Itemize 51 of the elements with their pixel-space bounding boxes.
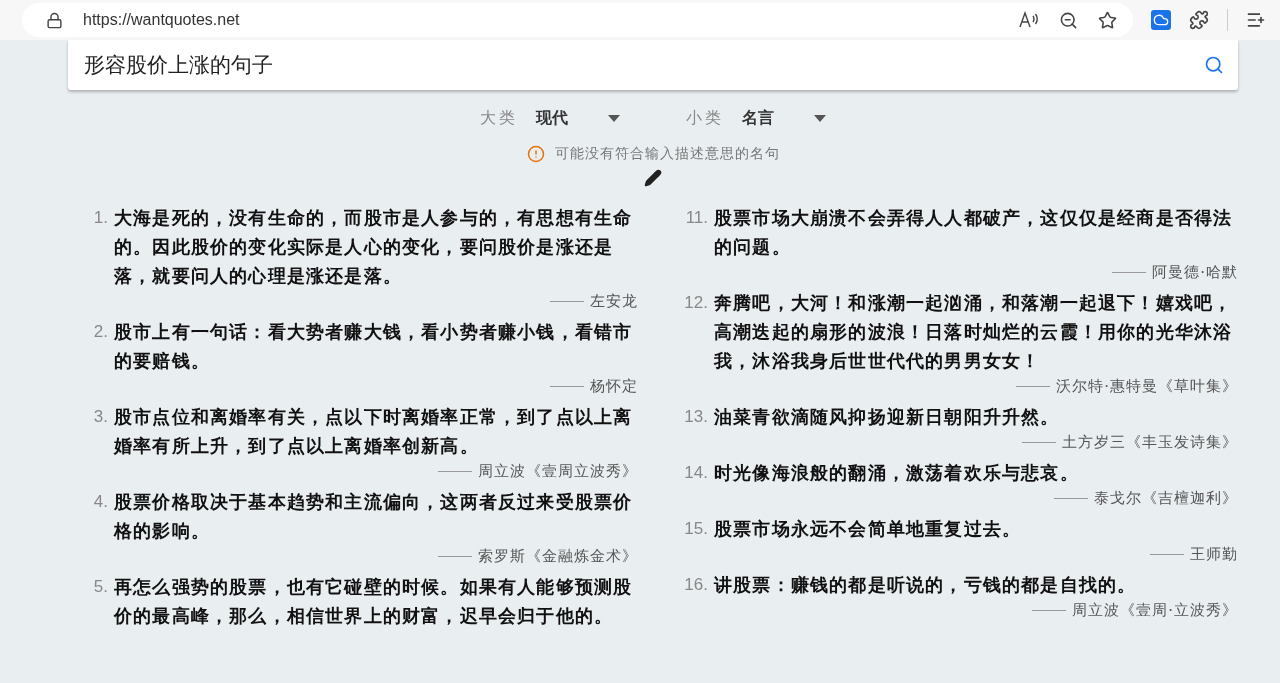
quote-number: 13. [683, 406, 708, 428]
pencil-icon[interactable] [644, 169, 662, 187]
quote-author: 阿曼德·哈默 [1152, 263, 1238, 282]
quote-number: 11. [684, 207, 708, 229]
search-field[interactable]: 形容股价上涨的句子 [68, 40, 1238, 90]
filter-label: 大类 [480, 108, 518, 129]
zoom-out-icon[interactable] [1059, 10, 1078, 30]
quote-author: 索罗斯《金融炼金术》 [478, 547, 638, 566]
quote-text: 股票市场永远不会简单地重复过去。 [714, 517, 1022, 541]
category-dropdown[interactable]: 名言 [742, 108, 826, 129]
quote-text: 股票市场大崩溃不会弄得人人都破产，这仅仅是经商是否得法的问题。 [714, 206, 1234, 259]
quote-author: 泰戈尔《吉檀迦利》 [1094, 489, 1238, 508]
quote-number: 1. [92, 207, 108, 229]
search-input[interactable]: 形容股价上涨的句子 [82, 52, 1204, 78]
quote-number: 15. [683, 518, 708, 540]
quote-text: 油菜青欲滴随风抑扬迎新日朝阳升升然。 [714, 405, 1060, 429]
quote-author: 周立波《壹周·立波秀》 [1072, 601, 1238, 620]
quote-text: 大海是死的，没有生命的，而股市是人参与的，有思想有生命的。因此股价的变化实际是人心的变化，要问股价是涨还是落，就要问人的心理是涨还是落。 [114, 206, 634, 288]
quote-author: 王师勤 [1190, 545, 1238, 564]
favorites-icon[interactable] [1246, 10, 1266, 30]
quote-text: 股票价格取决于基本趋势和主流偏向，这两者反过来受股票价格的影响。 [114, 490, 634, 543]
warning-icon [526, 145, 545, 163]
quote-number: 16. [683, 574, 708, 596]
lock-icon[interactable] [46, 11, 63, 29]
quote-text: 讲股票：赚钱的都是听说的，亏钱的都是自找的。 [714, 573, 1137, 597]
quote-number: 12. [683, 292, 708, 314]
puzzle-icon[interactable] [1189, 10, 1209, 30]
quote-text: 股市上有一句话：看大势者赚大钱，看小势者赚小钱，看错市的要赔钱。 [114, 320, 634, 373]
cloud-icon[interactable] [1151, 10, 1171, 30]
read-aloud-icon[interactable] [1019, 11, 1039, 29]
quote-author: 杨怀定 [590, 377, 638, 396]
notice-text: 可能没有符合输入描述意思的名句 [554, 145, 780, 163]
quote-author: 左安龙 [590, 292, 638, 311]
quote-author: 周立波《壹周立波秀》 [478, 462, 638, 481]
filter-label: 小类 [686, 108, 724, 129]
category-dropdown[interactable]: 现代 [536, 108, 620, 129]
caret-icon [608, 115, 620, 122]
quote-text: 时光像海浪般的翻涌，激荡着欢乐与悲哀。 [714, 461, 1079, 485]
quote-number: 3. [92, 406, 108, 428]
search-icon[interactable] [1204, 55, 1224, 75]
quote-text: 奔腾吧，大河！和涨潮一起汹涌，和落潮一起退下！嬉戏吧，高潮迭起的扇形的波浪！日落时灿烂的云霞！用你的光华沐浴我，沐浴我身后世世代代的男男女女！ [714, 291, 1234, 373]
quote-text: 再怎么强势的股票，也有它碰壁的时候。如果有人能够预测股价的最高峰，那么，相信世界上的财富，迟早会归于他的。 [114, 575, 634, 628]
quote-author: 沃尔特·惠特曼《草叶集》 [1056, 377, 1238, 396]
quote-number: 4. [92, 491, 108, 513]
quote-number: 14. [683, 462, 708, 484]
quote-number: 2. [92, 321, 108, 343]
star-plus-icon[interactable] [1098, 10, 1117, 30]
quote-text: 股市点位和离婚率有关，点以下时离婚率正常，到了点以上离婚率有所上升，到了点以上离婚率创新高。 [114, 405, 634, 458]
quote-author: 土方岁三《丰玉发诗集》 [1062, 433, 1238, 452]
caret-icon [814, 115, 826, 122]
quote-number: 5. [92, 576, 108, 598]
